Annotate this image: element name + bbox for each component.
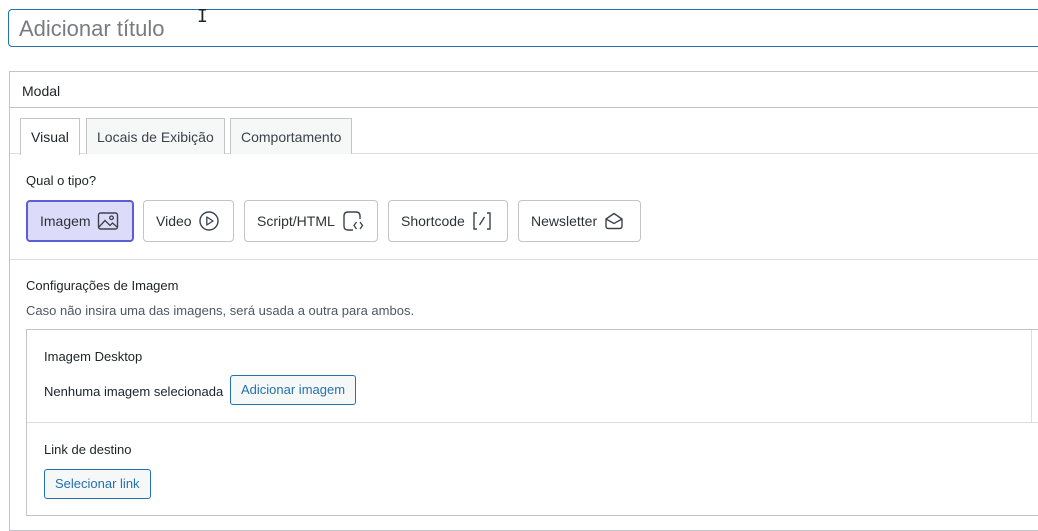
no-image-status: Nenhuma imagem selecionada bbox=[44, 384, 224, 399]
play-icon bbox=[198, 210, 220, 232]
metabox-title: Modal bbox=[10, 72, 1038, 108]
select-link-button[interactable]: Selecionar link bbox=[44, 469, 151, 499]
text-cursor-icon: I bbox=[197, 6, 208, 27]
panel-row-divider bbox=[27, 422, 1038, 423]
type-option-imagem[interactable]: Imagem bbox=[26, 200, 134, 242]
type-option-label: Shortcode bbox=[401, 213, 465, 229]
type-option-shortcode[interactable]: Shortcode bbox=[388, 200, 508, 242]
tab-visual[interactable]: Visual bbox=[20, 118, 80, 155]
tab-comportamento[interactable]: Comportamento bbox=[230, 118, 353, 154]
link-destino-label: Link de destino bbox=[44, 442, 132, 457]
add-image-button[interactable]: Adicionar imagem bbox=[230, 375, 357, 405]
type-option-label: Script/HTML bbox=[257, 213, 335, 229]
modal-metabox: Modal Visual Locais de Exibição Comporta… bbox=[9, 71, 1038, 531]
type-option-label: Imagem bbox=[40, 213, 91, 229]
type-option-label: Video bbox=[156, 213, 192, 229]
type-question-label: Qual o tipo? bbox=[26, 173, 97, 188]
post-title-input[interactable] bbox=[19, 16, 919, 42]
tab-bar: Visual Locais de Exibição Comportamento bbox=[10, 108, 1038, 155]
panel-column-divider bbox=[1031, 330, 1032, 422]
code-icon bbox=[341, 209, 365, 233]
section-divider bbox=[10, 259, 1038, 260]
shortcode-icon bbox=[471, 210, 493, 232]
type-option-newsletter[interactable]: Newsletter bbox=[518, 200, 641, 242]
image-settings-description: Caso não insira uma das imagens, será us… bbox=[26, 303, 415, 318]
post-title-field[interactable] bbox=[8, 9, 1038, 47]
imagem-desktop-label: Imagem Desktop bbox=[44, 349, 143, 364]
image-settings-panel: Imagem Desktop Nenhuma imagem selecionad… bbox=[26, 329, 1038, 516]
type-option-script-html[interactable]: Script/HTML bbox=[244, 200, 378, 242]
image-icon bbox=[97, 211, 119, 231]
image-settings-heading: Configurações de Imagem bbox=[26, 278, 179, 293]
type-option-video[interactable]: Video bbox=[143, 200, 234, 242]
tab-locais-de-exibicao[interactable]: Locais de Exibição bbox=[86, 118, 225, 154]
type-option-label: Newsletter bbox=[531, 213, 598, 229]
envelope-icon bbox=[603, 210, 625, 232]
